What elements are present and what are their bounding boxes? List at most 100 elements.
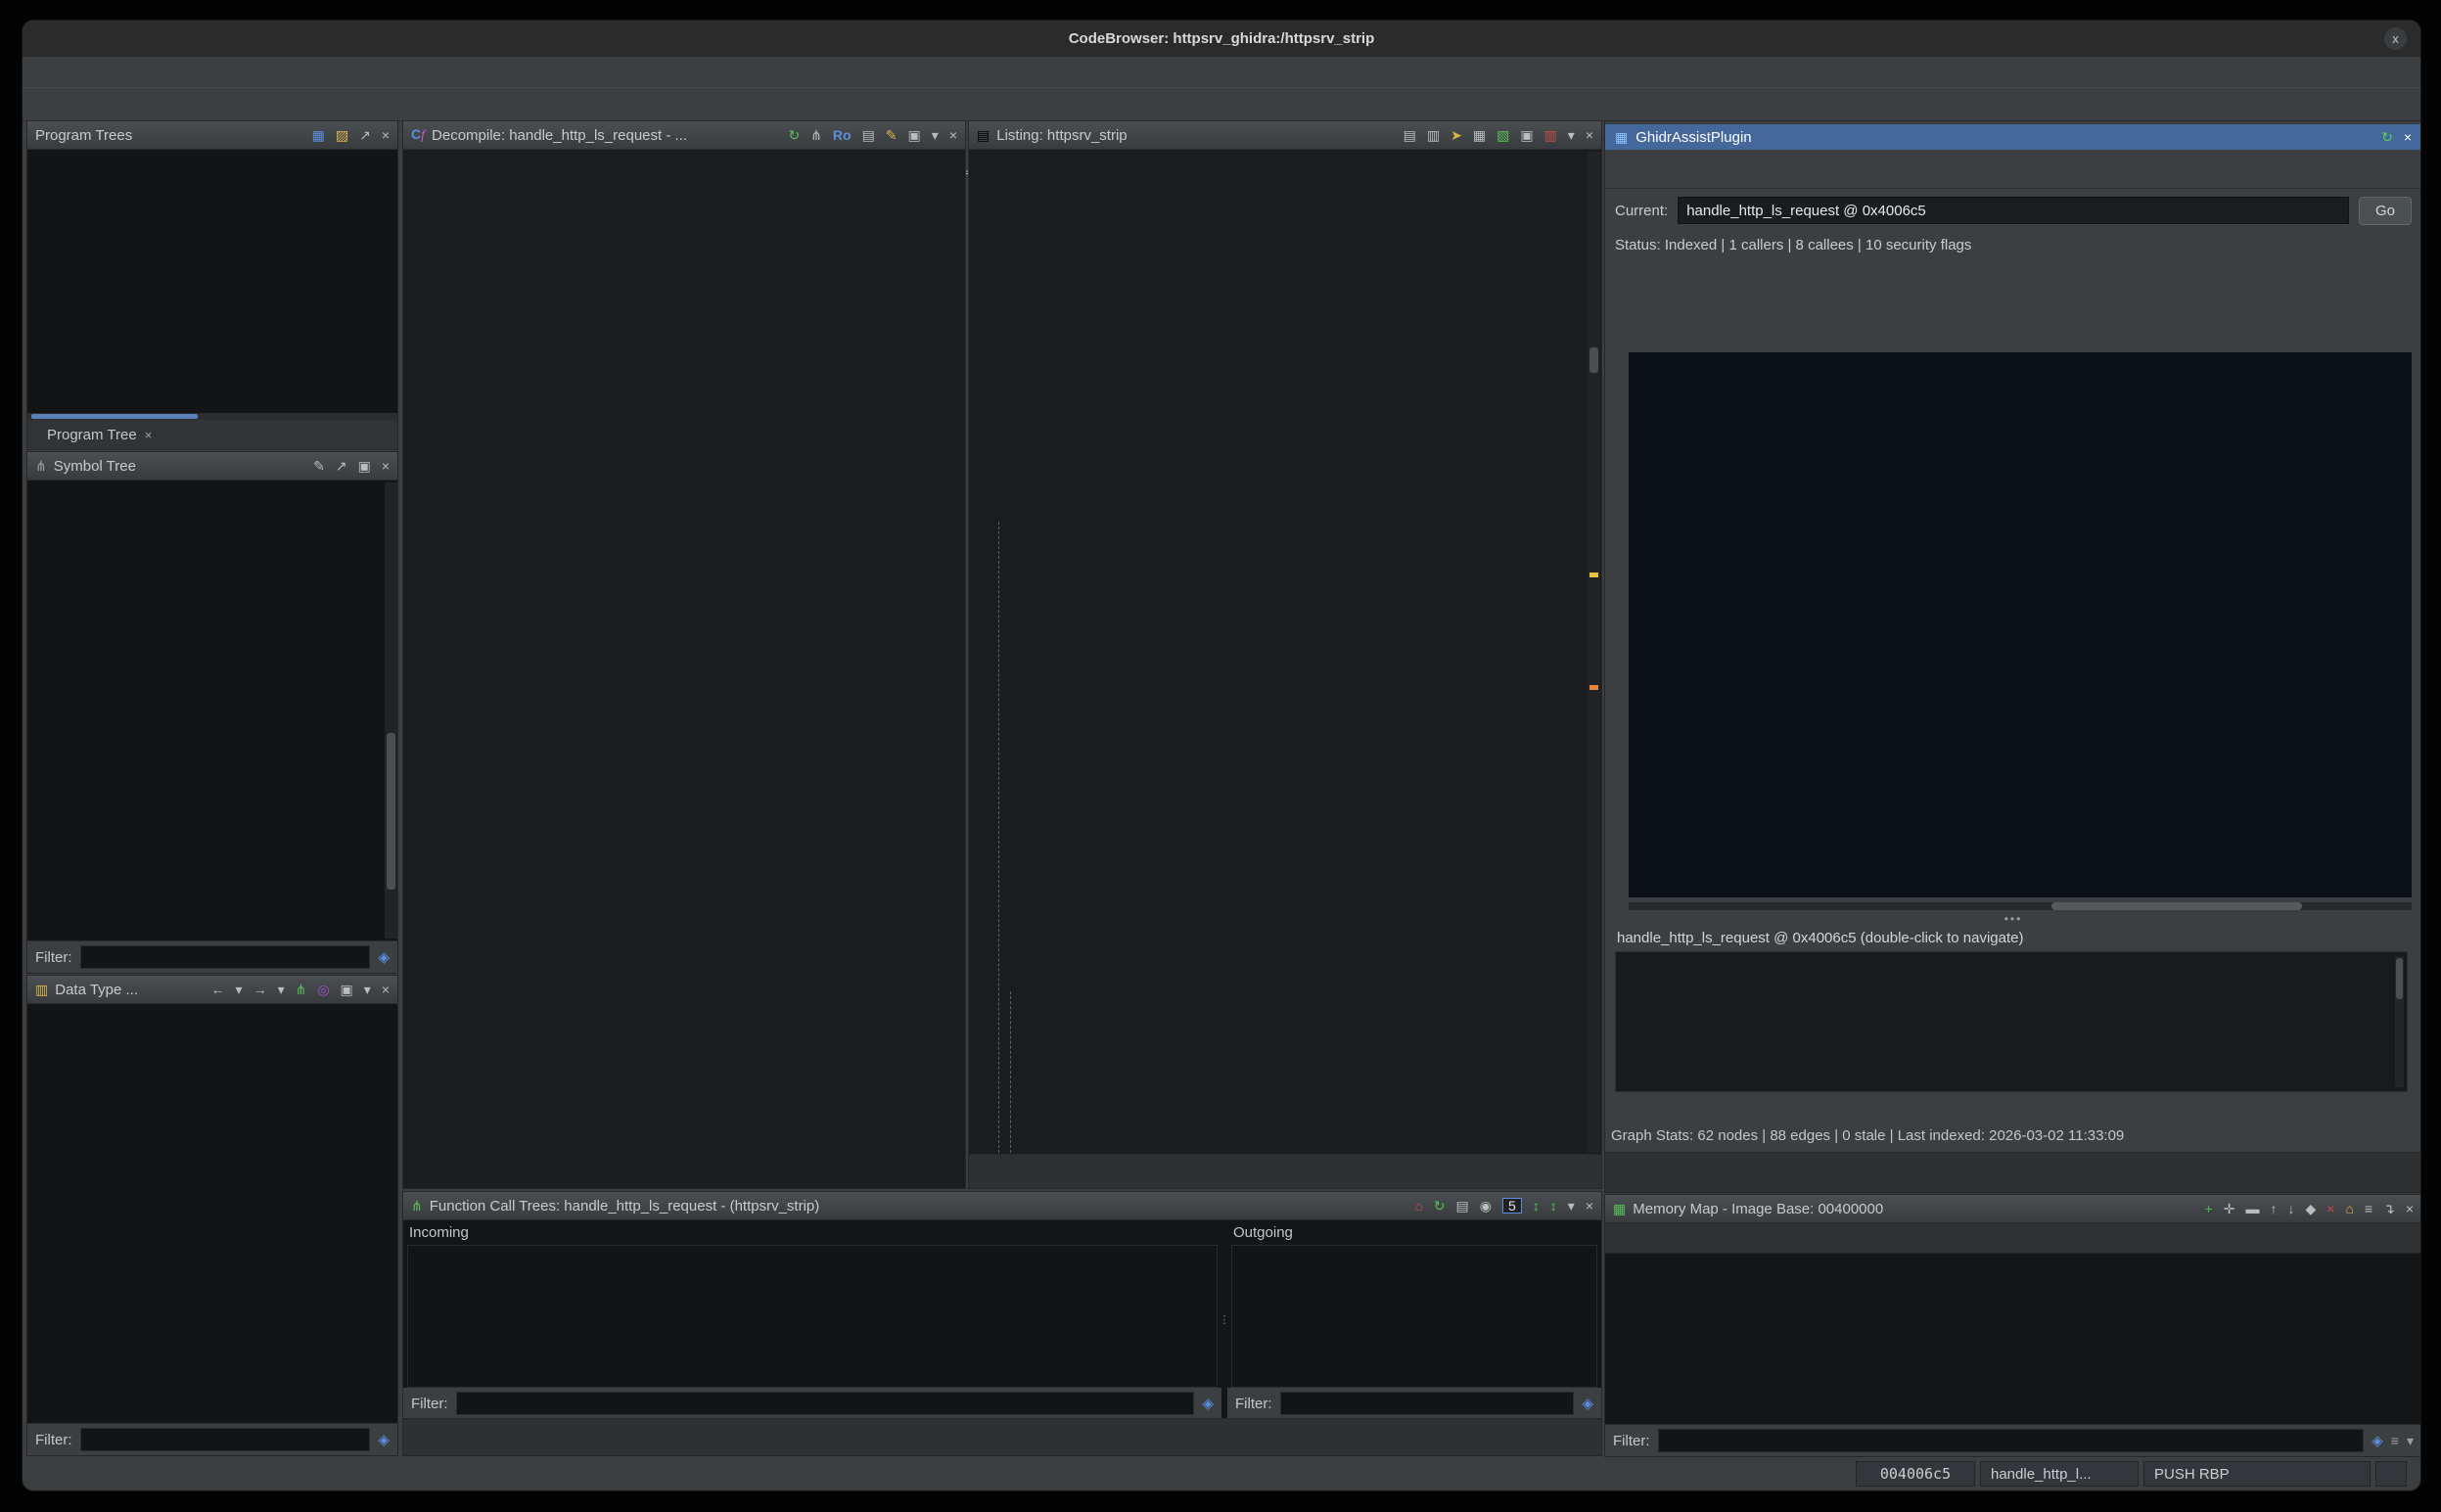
listing-panel: ▤ Listing: httpsrv_strip ▤ ▥ ➤ ▦ ▧ ▣ ▥ ▾… <box>968 120 1602 1156</box>
fct-header[interactable]: ⋔ Function Call Trees: handle_http_ls_re… <box>403 1192 1601 1220</box>
ring-icon[interactable]: ◎ <box>317 983 329 996</box>
forward-icon[interactable]: → <box>253 983 267 996</box>
export-icon[interactable]: ↗ <box>336 459 347 473</box>
tab-program-tree[interactable]: Program Tree <box>47 427 137 443</box>
snapshot-icon[interactable]: ▣ <box>908 128 921 142</box>
snapshot-icon[interactable]: ▣ <box>358 459 371 473</box>
collapse-icon[interactable]: ↕ <box>1550 1199 1557 1213</box>
copy-icon[interactable]: ▤ <box>1456 1199 1469 1213</box>
book-icon[interactable]: ▥ <box>1544 128 1557 142</box>
edit-icon[interactable]: ✎ <box>886 128 898 142</box>
graph-icon[interactable]: ⋔ <box>810 128 822 142</box>
incoming-references-list[interactable] <box>407 1245 1218 1388</box>
program-tree-hscrollbar[interactable] <box>27 413 397 420</box>
tab-close-icon[interactable]: × <box>145 428 153 442</box>
decompile-header[interactable]: Cf Decompile: handle_http_ls_request - .… <box>403 121 965 150</box>
datatype-filter-input[interactable] <box>80 1428 371 1451</box>
depth-badge[interactable]: 5 <box>1502 1198 1522 1214</box>
home-icon[interactable]: ⌂ <box>2345 1202 2353 1215</box>
outgoing-references-list[interactable] <box>1231 1245 1597 1388</box>
menu-icon[interactable]: ≡ <box>2365 1202 2372 1215</box>
back-icon[interactable]: ← <box>211 983 225 996</box>
expand-icon[interactable]: ↕ <box>1533 1199 1540 1213</box>
paste-icon[interactable]: ▥ <box>1427 128 1440 142</box>
fct-title: Function Call Trees: handle_http_ls_requ… <box>430 1198 820 1214</box>
menu-arrow-icon[interactable]: ▾ <box>932 128 939 142</box>
refresh-icon[interactable]: ↻ <box>788 128 800 142</box>
close-panel-icon[interactable]: × <box>382 459 390 473</box>
graph-hscrollbar[interactable] <box>1629 902 2412 910</box>
go-button[interactable]: Go <box>2359 197 2412 225</box>
copy-icon[interactable]: ▤ <box>862 128 875 142</box>
refresh-icon[interactable]: ↻ <box>2381 130 2393 144</box>
filter-settings-icon[interactable]: ≡ <box>2391 1434 2399 1447</box>
filter-gear-icon[interactable]: ◉ <box>1480 1199 1492 1213</box>
filter-icon[interactable]: ◈ <box>378 948 390 966</box>
listing-scrollbar[interactable] <box>1588 152 1600 1153</box>
outgoing-filter-input[interactable] <box>1280 1392 1575 1415</box>
ghidrassist-header[interactable]: ▦ GhidrAssistPlugin ↻× <box>1605 124 2421 150</box>
current-function-input[interactable] <box>1678 197 2349 224</box>
close-panel-icon[interactable]: × <box>2406 1202 2414 1215</box>
merge-icon[interactable]: ▬ <box>2245 1202 2259 1215</box>
forward-menu-icon[interactable]: ▾ <box>278 983 285 996</box>
memory-map-columns <box>1605 1223 2421 1254</box>
close-panel-icon[interactable]: × <box>382 983 390 996</box>
filter-icon[interactable]: ◈ <box>1582 1395 1593 1412</box>
filter-menu-icon[interactable]: ▾ <box>2407 1434 2414 1447</box>
new-tree-icon[interactable]: ▦ <box>312 128 325 142</box>
listing-body[interactable]: ▼ ▼ <box>969 150 1601 1155</box>
close-panel-icon[interactable]: × <box>1586 1199 1593 1213</box>
filter-label: Filter: <box>411 1396 448 1412</box>
home-icon[interactable]: ⌂ <box>1414 1199 1422 1213</box>
refresh-icon[interactable]: ↻ <box>1434 1199 1446 1213</box>
filter-icon[interactable]: ◈ <box>2372 1432 2383 1449</box>
tree-conflate-icon[interactable]: ⋔ <box>296 983 307 996</box>
symbol-tree-header[interactable]: ⋔ Symbol Tree ✎ ↗ ▣ × <box>27 452 397 481</box>
memory-map-header[interactable]: ▦ Memory Map - Image Base: 00400000 + ✛ … <box>1605 1195 2421 1223</box>
program-trees-panel: Program Trees ▦ ▨ ↗ × Program Tree × <box>26 120 398 450</box>
listing-header[interactable]: ▤ Listing: httpsrv_strip ▤ ▥ ➤ ▦ ▧ ▣ ▥ ▾… <box>969 121 1601 150</box>
jump-flow-line <box>1010 991 1011 1155</box>
ghidrassist-tabs <box>1605 155 2421 189</box>
graph-controls <box>1615 309 2416 339</box>
graph-splitter-dots[interactable]: ••• <box>1605 912 2421 926</box>
snapshot-icon[interactable]: ▣ <box>1520 128 1533 142</box>
export-icon[interactable]: ↗ <box>359 128 371 142</box>
fct-icon: ⋔ <box>411 1199 423 1213</box>
move-block-icon[interactable]: ✛ <box>2224 1202 2235 1215</box>
data-type-header[interactable]: ▥ Data Type ... ←▾ →▾ ⋔ ◎ ▣ ▾ × <box>27 976 397 1004</box>
filter-icon[interactable]: ◈ <box>378 1431 390 1448</box>
close-panel-icon[interactable]: × <box>1586 128 1593 142</box>
split-icon[interactable]: ◆ <box>2305 1202 2316 1215</box>
menu-arrow-icon[interactable]: ▾ <box>1568 1199 1575 1213</box>
incoming-filter-input[interactable] <box>456 1392 1195 1415</box>
expand-up-icon[interactable]: ↑ <box>2270 1202 2277 1215</box>
delete-icon[interactable]: × <box>2326 1202 2334 1215</box>
open-folder-icon[interactable]: ▨ <box>336 128 348 142</box>
program-trees-header[interactable]: Program Trees ▦ ▨ ↗ × <box>27 121 397 150</box>
decompile-code[interactable] <box>403 150 965 1188</box>
fields-icon[interactable]: ▦ <box>1473 128 1486 142</box>
summary-box[interactable] <box>1615 951 2408 1092</box>
graph-stats: Graph Stats: 62 nodes | 88 edges | 0 sta… <box>1611 1127 2124 1144</box>
copy-icon[interactable]: ▤ <box>1404 128 1416 142</box>
filter-icon[interactable]: ◈ <box>1202 1395 1214 1412</box>
symbol-filter-input[interactable] <box>80 945 371 969</box>
diff-icon[interactable]: ▧ <box>1497 128 1509 142</box>
add-block-icon[interactable]: + <box>2205 1202 2213 1215</box>
back-menu-icon[interactable]: ▾ <box>236 983 243 996</box>
layered-icon[interactable]: ▣ <box>341 983 353 996</box>
cursor-icon[interactable]: ➤ <box>1451 128 1462 142</box>
semantic-graph-canvas[interactable] <box>1629 352 2412 897</box>
close-panel-icon[interactable]: × <box>2404 130 2412 144</box>
close-panel-icon[interactable]: × <box>382 128 390 142</box>
export-icon[interactable]: ↴ <box>2383 1202 2395 1215</box>
menu-arrow-icon[interactable]: ▾ <box>1568 128 1575 142</box>
close-panel-icon[interactable]: × <box>949 128 957 142</box>
menu-arrow-icon[interactable]: ▾ <box>364 983 371 996</box>
edit-icon[interactable]: ✎ <box>313 459 325 473</box>
memory-filter-input[interactable] <box>1658 1429 2365 1452</box>
expand-down-icon[interactable]: ↓ <box>2287 1202 2294 1215</box>
window-close-icon[interactable]: x <box>2384 27 2407 50</box>
